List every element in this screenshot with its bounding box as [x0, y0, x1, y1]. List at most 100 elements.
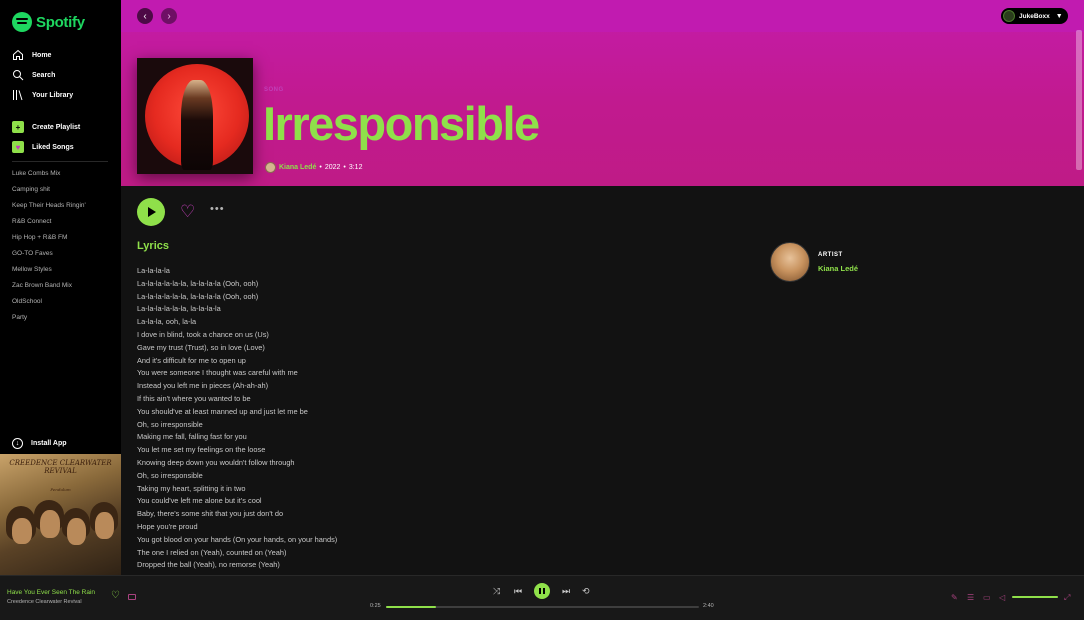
song-meta: Kiana Ledé • 2022 • 3:12: [265, 162, 362, 173]
band-member-face: [40, 510, 60, 538]
playlist-list: Luke Combs Mix Camping shit Keep Their H…: [12, 168, 112, 328]
more-options-icon[interactable]: •••: [210, 203, 225, 215]
download-icon: ↓: [12, 438, 23, 449]
playlist-item[interactable]: Zac Brown Band Mix: [12, 280, 112, 296]
lyric-line: If this ain't where you wanted to be: [137, 393, 251, 403]
lyric-line: La-la-la-la: [137, 266, 170, 275]
album-art-band-text: CREEDENCE CLEARWATER REVIVAL: [9, 459, 112, 475]
progress-bar[interactable]: [386, 606, 699, 608]
lyric-line: La-la-la-la-la-la, la-la-la-la: [137, 304, 221, 314]
playlist-item[interactable]: Camping shit: [12, 184, 112, 200]
band-member-face: [12, 518, 32, 544]
lyric-line: You should've at least manned up and jus…: [137, 406, 308, 416]
home-icon: [12, 49, 24, 61]
volume-icon[interactable]: ◁: [999, 593, 1005, 603]
song-type-label: SONG: [264, 87, 284, 93]
lyric-line: Oh, so irresponsible: [137, 419, 203, 429]
total-time: 2:40: [703, 603, 714, 609]
lyric-line: La-la-la, ooh, la-la: [137, 317, 197, 327]
fullscreen-icon[interactable]: ⤢: [1064, 593, 1070, 603]
pause-bar: [543, 588, 545, 594]
playlist-item[interactable]: GO-TO Faves: [12, 248, 112, 264]
playlist-item[interactable]: OldSchool: [12, 296, 112, 312]
chevron-left-icon: ‹: [143, 10, 147, 22]
forward-button[interactable]: ›: [161, 8, 177, 24]
install-app-label: Install App: [31, 440, 67, 447]
queue-icon[interactable]: ☰: [967, 593, 974, 603]
playlist-item[interactable]: Mellow Styles: [12, 264, 112, 280]
lyric-line: Taking my heart, splitting it in two: [137, 483, 246, 493]
meta-separator: •: [319, 164, 322, 171]
create-playlist-label: Create Playlist: [32, 123, 81, 131]
scrollbar-thumb[interactable]: [1076, 30, 1082, 170]
heart-icon: ♥: [12, 141, 24, 153]
lyric-line: You were someone I thought was careful w…: [137, 368, 298, 378]
song-duration: 3:12: [348, 164, 363, 171]
create-playlist-button[interactable]: + Create Playlist: [12, 121, 80, 133]
now-playing-title[interactable]: Have You Ever Seen The Rain: [7, 589, 95, 596]
search-icon: [12, 69, 24, 81]
nav-library[interactable]: Your Library: [12, 89, 73, 101]
nav-library-label: Your Library: [32, 91, 74, 99]
back-button[interactable]: ‹: [137, 8, 153, 24]
lyric-line: The one I relied on (Yeah), counted on (…: [137, 547, 287, 557]
elapsed-time: 0:25: [370, 603, 381, 609]
play-button[interactable]: [137, 198, 165, 226]
lyric-line: Making me fall, falling fast for you: [137, 432, 247, 442]
playlist-item[interactable]: Keep Their Heads Ringin': [12, 200, 112, 216]
artist-card-name[interactable]: Kiana Ledé: [818, 264, 858, 273]
lyric-line: Instead you left me in pieces (Ah-ah-ah): [137, 381, 269, 391]
install-app-button[interactable]: ↓ Install App: [12, 438, 67, 449]
lyric-line: Gave my trust (Trust), so in love (Love): [137, 342, 265, 352]
spotify-logo[interactable]: Spotify: [12, 12, 85, 32]
song-artist-link[interactable]: Kiana Ledé: [279, 164, 316, 171]
album-art-album-text: Pendulum: [50, 487, 71, 492]
artist-card-label: ARTIST: [818, 252, 843, 258]
artist-photo[interactable]: [770, 242, 810, 282]
lyric-line: Dropped the ball (Yeah), no remorse (Yea…: [137, 560, 280, 570]
previous-track-icon[interactable]: ⏮: [514, 585, 522, 597]
now-playing-heart-icon[interactable]: ♡: [111, 591, 120, 601]
cover-artist-figure: [181, 80, 213, 170]
picture-in-picture-icon[interactable]: [128, 594, 136, 600]
nav-search[interactable]: Search: [12, 69, 55, 81]
top-bar: [121, 0, 1084, 32]
nav-home-label: Home: [32, 51, 52, 59]
lyric-line: You got blood on your hands (On your han…: [137, 534, 338, 544]
playlist-item[interactable]: Luke Combs Mix: [12, 168, 112, 184]
lyric-line: Oh, so irresponsible: [137, 470, 203, 480]
repeat-icon[interactable]: ⟲: [582, 585, 590, 597]
band-member-face: [95, 512, 114, 539]
library-icon: [12, 89, 24, 101]
liked-songs-button[interactable]: ♥ Liked Songs: [12, 141, 74, 153]
lyric-line: Baby, there's some shit that you just do…: [137, 509, 284, 519]
user-menu-button[interactable]: JukeBoxx ▼: [1001, 8, 1068, 24]
now-playing-artist[interactable]: Creedence Clearwater Revival: [7, 599, 82, 605]
song-year: 2022: [324, 164, 341, 171]
progress-fill: [386, 606, 437, 608]
playlist-item[interactable]: Party: [12, 312, 112, 328]
playlist-item[interactable]: R&B Connect: [12, 216, 112, 232]
band-member-face: [67, 518, 86, 545]
lyrics-mic-icon[interactable]: ✎: [951, 593, 958, 603]
artist-avatar: [265, 162, 276, 173]
nav-search-label: Search: [32, 71, 56, 79]
lyric-line: You could've left me alone but it's cool: [137, 496, 262, 506]
playlist-item[interactable]: Hip Hop + R&B FM: [12, 232, 112, 248]
devices-icon[interactable]: ▭: [983, 593, 991, 603]
now-playing-album-art[interactable]: CREEDENCE CLEARWATER REVIVAL Pendulum: [0, 454, 121, 575]
song-cover-art: [137, 58, 253, 174]
caret-down-icon: ▼: [1055, 12, 1063, 20]
like-heart-icon[interactable]: ♡: [180, 203, 195, 220]
volume-slider[interactable]: [1012, 596, 1058, 598]
pause-button[interactable]: [534, 583, 550, 599]
lyric-line: Hope you're proud: [137, 521, 198, 531]
nav-home[interactable]: Home: [12, 49, 51, 61]
user-name: JukeBoxx: [1019, 12, 1050, 20]
next-track-icon[interactable]: ⏭: [562, 585, 570, 597]
lyric-line: La-la-la-la-la-la, la-la-la-la (Ooh, ooh…: [137, 291, 259, 301]
spotify-logo-text: Spotify: [36, 13, 85, 31]
user-avatar: [1003, 10, 1015, 22]
shuffle-icon[interactable]: ⤨: [493, 585, 500, 597]
chevron-right-icon: ›: [167, 10, 171, 22]
